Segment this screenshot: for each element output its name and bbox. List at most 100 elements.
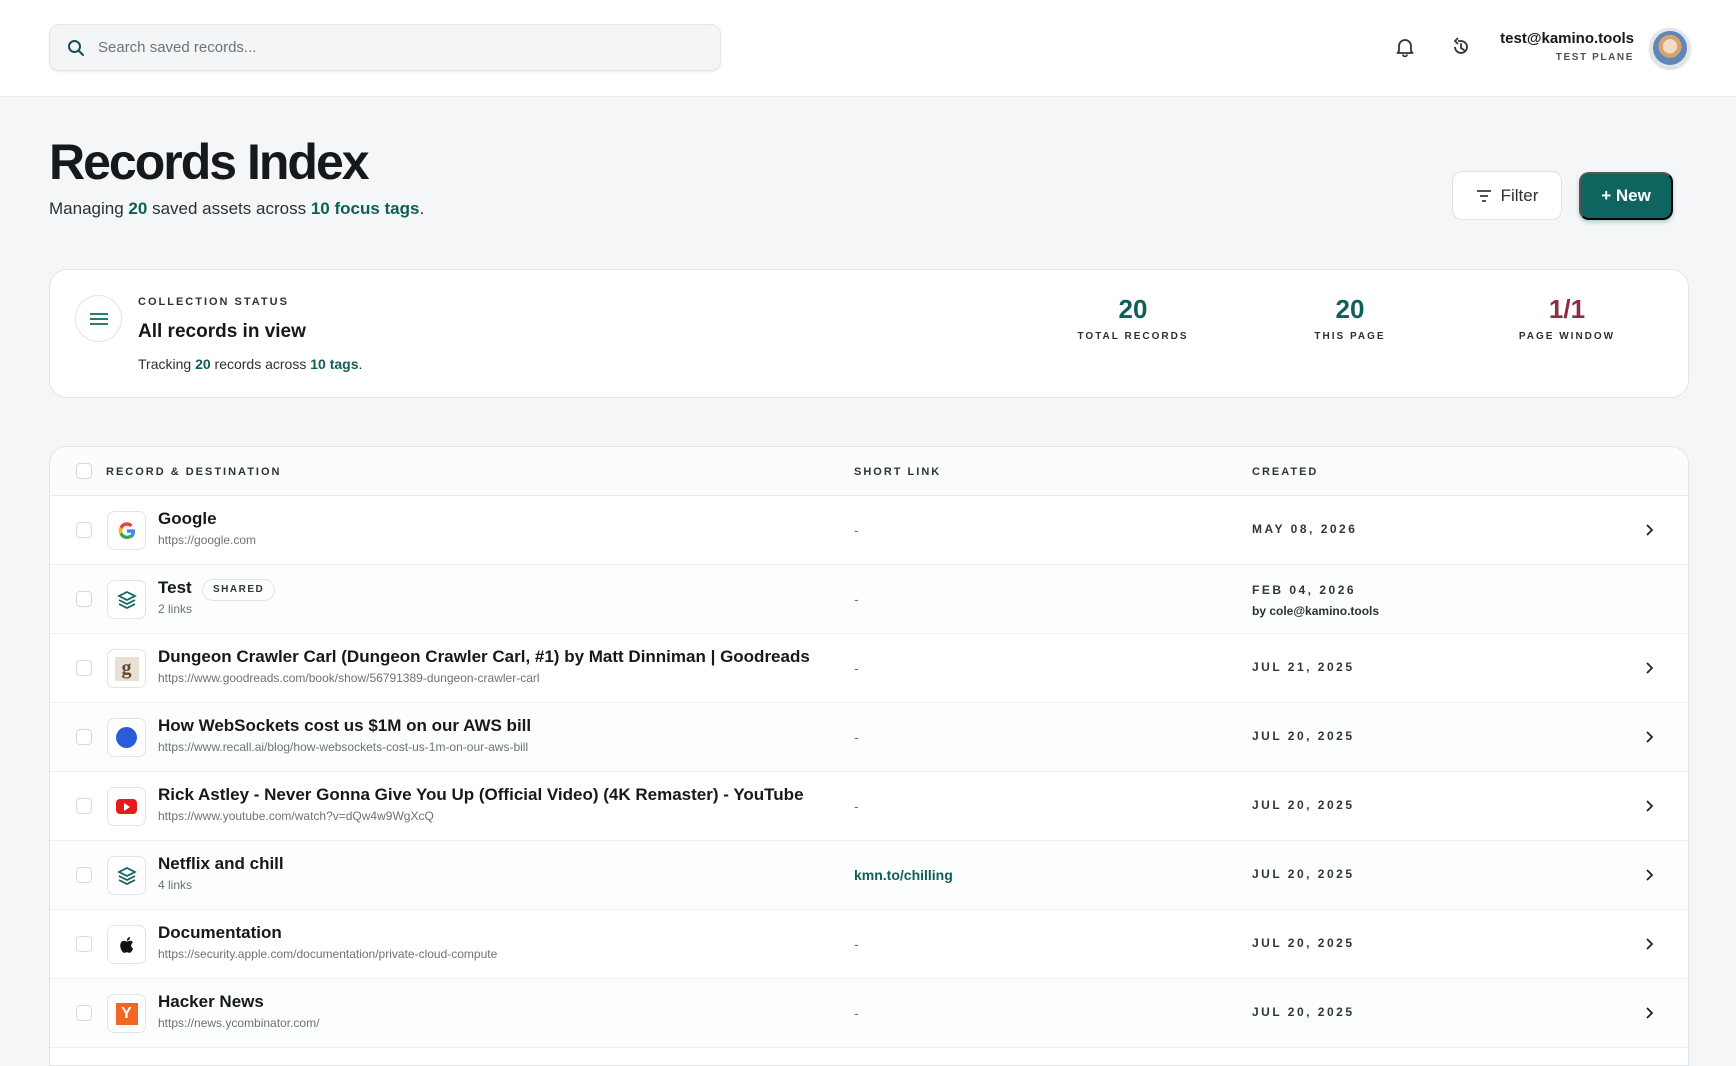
subtitle-end: . bbox=[419, 199, 425, 218]
table-header: RECORD & DESTINATION SHORT LINK CREATED bbox=[50, 447, 1688, 496]
header-record-destination: RECORD & DESTINATION bbox=[106, 466, 282, 478]
metric-this-page: 20 THIS PAGE bbox=[1260, 296, 1440, 342]
header-short-link: SHORT LINK bbox=[854, 466, 942, 478]
layers-icon bbox=[107, 580, 146, 619]
chevron-right-icon[interactable] bbox=[1642, 864, 1658, 886]
row-checkbox[interactable] bbox=[76, 936, 92, 952]
table-row[interactable]: g Dungeon Crawler Carl (Dungeon Crawler … bbox=[50, 634, 1688, 703]
short-link: - bbox=[854, 522, 859, 538]
table-row[interactable]: Y Hacker News https://news.ycombinator.c… bbox=[50, 979, 1688, 1048]
youtube-icon bbox=[107, 787, 146, 826]
record-url: https://security.apple.com/documentation… bbox=[158, 947, 498, 961]
filter-button[interactable]: Filter bbox=[1452, 171, 1562, 220]
chevron-right-icon[interactable] bbox=[1642, 726, 1658, 748]
subtitle-text-mid: saved assets across bbox=[152, 199, 307, 218]
collection-status-card: COLLECTION STATUS All records in view Tr… bbox=[49, 269, 1689, 398]
status-title: All records in view bbox=[138, 321, 306, 342]
row-checkbox[interactable] bbox=[76, 660, 92, 676]
metric-label: TOTAL RECORDS bbox=[1077, 331, 1189, 342]
created-date: JUL 20, 2025 bbox=[1252, 867, 1355, 881]
bell-icon[interactable] bbox=[1393, 35, 1417, 59]
new-record-button[interactable]: + New bbox=[1579, 172, 1673, 220]
table-row[interactable]: Documentation https://security.apple.com… bbox=[50, 910, 1688, 979]
status-text-end: . bbox=[358, 356, 363, 372]
record-url: https://www.recall.ai/blog/how-websocket… bbox=[158, 740, 529, 754]
row-checkbox[interactable] bbox=[76, 522, 92, 538]
row-checkbox[interactable] bbox=[76, 1005, 92, 1021]
row-checkbox[interactable] bbox=[76, 867, 92, 883]
short-link: - bbox=[854, 660, 859, 676]
status-text-pre: Tracking bbox=[138, 356, 192, 372]
subtitle-text: Managing bbox=[49, 199, 124, 218]
hacker-news-icon: Y bbox=[107, 994, 146, 1033]
status-text: Tracking 20 records across 10 tags. bbox=[138, 356, 362, 372]
created-date: JUL 20, 2025 bbox=[1252, 729, 1355, 743]
created-date: JUL 20, 2025 bbox=[1252, 936, 1355, 950]
row-checkbox[interactable] bbox=[76, 798, 92, 814]
user-plan: TEST PLANE bbox=[1555, 52, 1634, 63]
top-bar: test@kamino.tools TEST PLANE bbox=[0, 0, 1736, 97]
page-subtitle: Managing 20 saved assets across 10 focus… bbox=[49, 199, 424, 219]
chevron-right-icon[interactable] bbox=[1642, 933, 1658, 955]
google-icon bbox=[107, 511, 146, 550]
created-date: JUL 21, 2025 bbox=[1252, 660, 1355, 674]
short-link: - bbox=[854, 591, 859, 607]
short-link: - bbox=[854, 936, 859, 952]
table-row[interactable]: Netflix and chill 4 links kmn.to/chillin… bbox=[50, 841, 1688, 910]
header-created: CREATED bbox=[1252, 466, 1319, 478]
status-label: COLLECTION STATUS bbox=[138, 296, 289, 308]
metric-value: 1/1 bbox=[1548, 294, 1586, 324]
created-date: JUL 20, 2025 bbox=[1252, 1005, 1355, 1019]
record-name[interactable]: Rick Astley - Never Gonna Give You Up (O… bbox=[158, 785, 804, 805]
blue-dot-icon bbox=[107, 718, 146, 757]
avatar[interactable] bbox=[1650, 28, 1690, 68]
table-row[interactable]: Test SHARED 2 links - FEB 04, 2026 by co… bbox=[50, 565, 1688, 634]
record-name[interactable]: How WebSockets cost us $1M on our AWS bi… bbox=[158, 716, 531, 736]
apple-icon bbox=[107, 925, 146, 964]
short-link: - bbox=[854, 798, 859, 814]
row-checkbox[interactable] bbox=[76, 591, 92, 607]
goodreads-icon: g bbox=[107, 649, 146, 688]
created-by: by cole@kamino.tools bbox=[1252, 604, 1380, 618]
record-name[interactable]: Documentation bbox=[158, 923, 282, 943]
record-url: https://www.goodreads.com/book/show/5679… bbox=[158, 671, 540, 685]
record-name[interactable]: Test bbox=[158, 578, 192, 598]
record-link-count: 2 links bbox=[158, 602, 193, 616]
select-all-checkbox[interactable] bbox=[76, 463, 92, 479]
menu-icon[interactable] bbox=[75, 295, 122, 342]
table-row[interactable]: Google https://google.com - MAY 08, 2026 bbox=[50, 496, 1688, 565]
record-name[interactable]: Google bbox=[158, 509, 217, 529]
status-tags-count: 10 tags bbox=[310, 356, 359, 372]
filter-icon bbox=[1476, 189, 1491, 202]
shared-badge: SHARED bbox=[202, 579, 276, 601]
record-url: https://google.com bbox=[158, 533, 257, 547]
chevron-right-icon[interactable] bbox=[1642, 519, 1658, 541]
metric-label: THIS PAGE bbox=[1314, 331, 1386, 342]
chevron-right-icon[interactable] bbox=[1642, 657, 1658, 679]
user-email: test@kamino.tools bbox=[1500, 30, 1634, 47]
status-text-mid: records across bbox=[214, 356, 307, 372]
record-name[interactable]: Dungeon Crawler Carl (Dungeon Crawler Ca… bbox=[158, 647, 810, 667]
created-date: MAY 08, 2026 bbox=[1252, 522, 1358, 536]
focus-tags: 10 focus tags bbox=[310, 199, 420, 218]
record-name[interactable]: Netflix and chill bbox=[158, 854, 284, 874]
record-url: https://news.ycombinator.com/ bbox=[158, 1016, 320, 1030]
record-name[interactable]: Hacker News bbox=[158, 992, 264, 1012]
row-checkbox[interactable] bbox=[76, 729, 92, 745]
chevron-right-icon[interactable] bbox=[1642, 795, 1658, 817]
history-icon[interactable] bbox=[1449, 35, 1473, 59]
status-records-count: 20 bbox=[195, 356, 211, 372]
metric-total-records: 20 TOTAL RECORDS bbox=[1043, 296, 1223, 342]
records-table: RECORD & DESTINATION SHORT LINK CREATED … bbox=[49, 446, 1689, 1066]
chevron-right-icon[interactable] bbox=[1642, 1002, 1658, 1024]
metric-label: PAGE WINDOW bbox=[1518, 331, 1616, 342]
search-bar[interactable] bbox=[49, 24, 721, 71]
short-link[interactable]: kmn.to/chilling bbox=[854, 867, 953, 883]
table-row[interactable]: How WebSockets cost us $1M on our AWS bi… bbox=[50, 703, 1688, 772]
metric-value: 20 bbox=[1118, 294, 1148, 324]
metric-page-window: 1/1 PAGE WINDOW bbox=[1477, 296, 1657, 342]
short-link: - bbox=[854, 1005, 859, 1021]
search-input[interactable] bbox=[98, 39, 658, 56]
metric-value: 20 bbox=[1335, 294, 1365, 324]
table-row[interactable]: Rick Astley - Never Gonna Give You Up (O… bbox=[50, 772, 1688, 841]
